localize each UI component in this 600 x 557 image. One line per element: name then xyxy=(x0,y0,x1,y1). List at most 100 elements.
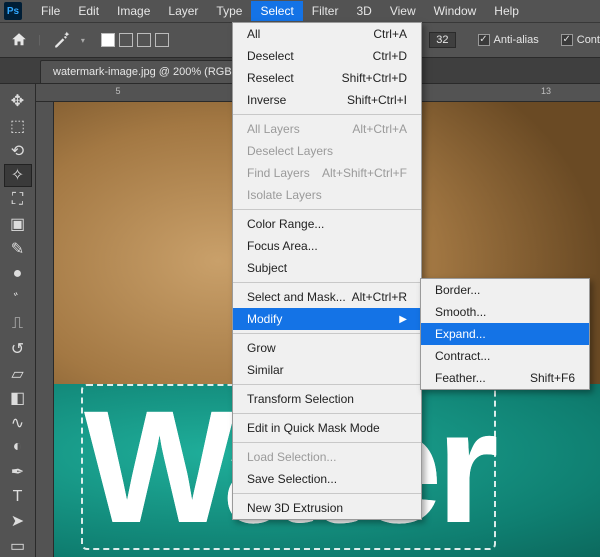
menu-item-reselect[interactable]: ReselectShift+Ctrl+D xyxy=(233,67,421,89)
magic-wand-icon[interactable]: ✧ xyxy=(4,164,32,187)
submenu-item-expand[interactable]: Expand... xyxy=(421,323,589,345)
anti-alias-checkbox[interactable]: Anti-alias xyxy=(478,34,539,46)
document-tab[interactable]: watermark-image.jpg @ 200% (RGB xyxy=(40,60,245,83)
submenu-item-shortcut: Shift+F6 xyxy=(530,371,575,385)
eraser-icon[interactable]: ▱ xyxy=(4,362,32,385)
menu-item-deselect-layers: Deselect Layers xyxy=(233,140,421,162)
tolerance-input[interactable]: 32 xyxy=(429,32,455,48)
menu-type[interactable]: Type xyxy=(207,1,251,21)
menu-item-label: New 3D Extrusion xyxy=(247,501,343,515)
type-icon[interactable]: T xyxy=(4,485,32,508)
menu-item-shortcut: Alt+Ctrl+R xyxy=(352,290,407,304)
menu-item-label: Subject xyxy=(247,261,287,275)
menu-item-select-and-mask[interactable]: Select and Mask... Alt+Ctrl+R xyxy=(233,286,421,308)
menu-separator xyxy=(233,413,421,414)
submenu-item-feather[interactable]: Feather... Shift+F6 xyxy=(421,367,589,389)
menu-view[interactable]: View xyxy=(381,1,425,21)
menu-item-label: Edit in Quick Mask Mode xyxy=(247,421,380,435)
menu-item-label: Select and Mask... xyxy=(247,290,346,304)
crop-icon[interactable]: ⛶ xyxy=(4,189,32,212)
menu-item-grow[interactable]: Grow xyxy=(233,337,421,359)
menu-layer[interactable]: Layer xyxy=(159,1,207,21)
menu-select[interactable]: Select xyxy=(251,1,302,21)
submenu-item-label: Feather... xyxy=(435,371,486,385)
checkbox-icon xyxy=(561,34,573,46)
menu-file[interactable]: File xyxy=(32,1,69,21)
path-select-icon[interactable]: ➤ xyxy=(4,510,32,533)
blur-icon[interactable]: ∿ xyxy=(4,411,32,434)
menu-separator xyxy=(233,493,421,494)
menu-item-shortcut: Shift+Ctrl+D xyxy=(342,71,407,85)
submenu-item-label: Border... xyxy=(435,283,480,297)
move-icon[interactable]: ✥ xyxy=(4,90,32,113)
magic-wand-options-icon[interactable] xyxy=(51,30,71,50)
anti-alias-label: Anti-alias xyxy=(494,34,539,46)
modify-submenu: Border... Smooth...Expand... Contract... Fe… xyxy=(420,278,590,390)
selection-intersect-icon[interactable] xyxy=(155,33,169,47)
frame-icon[interactable]: ▣ xyxy=(4,213,32,236)
menu-help[interactable]: Help xyxy=(485,1,528,21)
menu-item-label: Transform Selection xyxy=(247,392,354,406)
menu-item-edit-in-quick-mask-mode[interactable]: Edit in Quick Mask Mode xyxy=(233,417,421,439)
menu-item-transform-selection[interactable]: Transform Selection xyxy=(233,388,421,410)
menu-item-all[interactable]: AllCtrl+A xyxy=(233,23,421,45)
menu-item-label: Focus Area... xyxy=(247,239,318,253)
menu-item-label: Grow xyxy=(247,341,276,355)
lasso-icon[interactable]: ⟲ xyxy=(4,139,32,162)
selection-add-icon[interactable] xyxy=(119,33,133,47)
submenu-item-smooth[interactable]: Smooth... xyxy=(421,301,589,323)
menu-item-label: Deselect Layers xyxy=(247,144,333,158)
menu-item-shortcut: Shift+Ctrl+I xyxy=(347,93,407,107)
selection-subtract-icon[interactable] xyxy=(137,33,151,47)
menu-item-shortcut: Alt+Ctrl+A xyxy=(352,122,407,136)
menu-item-inverse[interactable]: Inverse Shift+Ctrl+I xyxy=(233,89,421,111)
checkbox-icon xyxy=(478,34,490,46)
brush-icon[interactable]: ﾞ xyxy=(4,287,32,311)
menu-separator xyxy=(233,442,421,443)
menu-item-label: Find Layers xyxy=(247,166,310,180)
menu-item-isolate-layers: Isolate Layers xyxy=(233,184,421,206)
menu-item-label: Inverse xyxy=(247,93,286,107)
contiguous-checkbox[interactable]: Cont xyxy=(561,34,600,46)
select-menu-dropdown: AllCtrl+ADeselectCtrl+DReselectShift+Ctr… xyxy=(232,22,422,520)
menu-item-label: All xyxy=(247,27,260,41)
dodge-icon[interactable]: ◐ xyxy=(4,436,32,459)
menu-item-focus-area[interactable]: Focus Area... xyxy=(233,235,421,257)
history-brush-icon[interactable]: ↺ xyxy=(4,338,32,361)
menu-item-modify[interactable]: Modify▶ xyxy=(233,308,421,330)
tools-panel: ✥⬚⟲✧⛶▣✎●ﾞ⎍↺▱◧∿◐✒T➤▭ xyxy=(0,84,36,557)
menu-3d[interactable]: 3D xyxy=(347,1,380,21)
menu-item-save-selection[interactable]: Save Selection... xyxy=(233,468,421,490)
menu-item-label: Color Range... xyxy=(247,217,324,231)
menu-item-similar[interactable]: Similar xyxy=(233,359,421,381)
clone-stamp-icon[interactable]: ⎍ xyxy=(4,313,32,336)
submenu-item-label: Contract... xyxy=(435,349,490,363)
menu-item-subject[interactable]: Subject xyxy=(233,257,421,279)
menu-separator xyxy=(233,114,421,115)
menu-item-label: Load Selection... xyxy=(247,450,336,464)
gradient-icon[interactable]: ◧ xyxy=(4,387,32,410)
menu-edit[interactable]: Edit xyxy=(69,1,108,21)
selection-new-icon[interactable] xyxy=(101,33,115,47)
rectangle-icon[interactable]: ▭ xyxy=(4,534,32,557)
app-logo: Ps xyxy=(4,2,22,20)
submenu-item-border[interactable]: Border... xyxy=(421,279,589,301)
home-icon[interactable] xyxy=(10,31,28,49)
submenu-item-contract[interactable]: Contract... xyxy=(421,345,589,367)
menu-item-label: All Layers xyxy=(247,122,300,136)
menu-item-color-range[interactable]: Color Range... xyxy=(233,213,421,235)
contiguous-label: Cont xyxy=(577,34,600,46)
menu-separator xyxy=(233,282,421,283)
marquee-icon[interactable]: ⬚ xyxy=(4,115,32,138)
menu-separator xyxy=(233,384,421,385)
menu-filter[interactable]: Filter xyxy=(303,1,348,21)
menu-item-new-3d-extrusion[interactable]: New 3D Extrusion xyxy=(233,497,421,519)
menu-window[interactable]: Window xyxy=(425,1,486,21)
eyedropper-icon[interactable]: ✎ xyxy=(4,238,32,261)
menu-item-deselect[interactable]: DeselectCtrl+D xyxy=(233,45,421,67)
menu-item-find-layers: Find Layers Alt+Shift+Ctrl+F xyxy=(233,162,421,184)
menu-image[interactable]: Image xyxy=(108,1,159,21)
spot-heal-icon[interactable]: ● xyxy=(4,262,32,285)
menu-item-shortcut: Alt+Shift+Ctrl+F xyxy=(322,166,407,180)
pen-icon[interactable]: ✒ xyxy=(4,461,32,484)
